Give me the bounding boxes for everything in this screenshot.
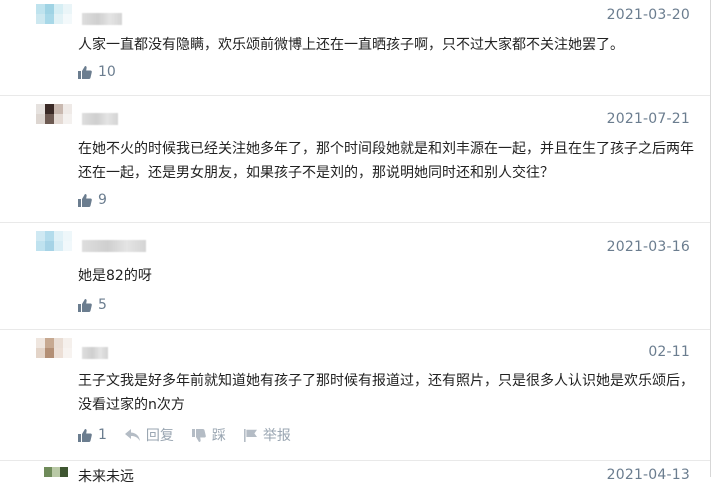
like-count: 9 bbox=[98, 192, 107, 208]
like-button[interactable]: 9 bbox=[78, 192, 107, 208]
comment-date: 2021-03-20 bbox=[606, 7, 690, 23]
reply-icon bbox=[124, 429, 140, 441]
comment-item: 2021-03-20 人家一直都没有隐瞒，欢乐颂前微博上还在一直晒孩子啊，只不过… bbox=[0, 0, 710, 96]
like-count: 1 bbox=[98, 427, 107, 443]
username-blurred[interactable] bbox=[82, 240, 146, 252]
comment-actions: 9 bbox=[78, 192, 125, 208]
thumbs-up-icon bbox=[78, 428, 92, 442]
comment-actions: 1 回复 踩 举报 bbox=[78, 425, 309, 445]
comment-text: 王子文我是好多年前就知道她有孩子了那时候有报道过，还有照片，只是很多人认识她是欢… bbox=[78, 373, 694, 413]
thumbs-up-icon bbox=[78, 65, 92, 79]
username-blurred[interactable] bbox=[82, 13, 122, 25]
report-button[interactable]: 举报 bbox=[243, 425, 291, 445]
like-button[interactable]: 5 bbox=[78, 297, 107, 313]
dislike-label: 踩 bbox=[211, 428, 226, 444]
comment-item: 2021-07-21 在她不火的时候我已经关注她多年了，那个时间段她就是和刘丰源… bbox=[0, 96, 710, 223]
comment-date: 02-11 bbox=[648, 344, 690, 360]
comment-item: 未来未远 2021-04-13 bbox=[0, 461, 710, 501]
avatar[interactable] bbox=[36, 231, 72, 251]
comment-date: 2021-04-13 bbox=[606, 467, 690, 483]
like-count: 5 bbox=[98, 297, 107, 313]
like-button[interactable]: 10 bbox=[78, 64, 116, 80]
avatar[interactable] bbox=[36, 4, 72, 24]
flag-icon bbox=[243, 428, 257, 442]
reply-label: 回复 bbox=[145, 428, 174, 444]
reply-button[interactable]: 回复 bbox=[124, 425, 174, 445]
thumbs-down-icon bbox=[191, 428, 206, 442]
comment-text: 她是82的呀 bbox=[78, 268, 152, 284]
thumbs-up-icon bbox=[78, 193, 92, 207]
avatar[interactable] bbox=[36, 338, 72, 358]
report-label: 举报 bbox=[262, 428, 291, 444]
username-blurred[interactable] bbox=[82, 347, 108, 359]
comment-text: 在她不火的时候我已经关注她多年了，那个时间段她就是和刘丰源在一起，并且在生了孩子… bbox=[78, 141, 694, 181]
comment-date: 2021-03-16 bbox=[606, 239, 690, 255]
dislike-button[interactable]: 踩 bbox=[191, 425, 226, 445]
right-border bbox=[710, 0, 711, 477]
comment-text: 人家一直都没有隐瞒，欢乐颂前微博上还在一直晒孩子啊，只不过大家都不关注她罢了。 bbox=[78, 37, 624, 53]
comment-actions: 10 bbox=[78, 64, 134, 80]
comment-item: 02-11 王子文我是好多年前就知道她有孩子了那时候有报道过，还有照片，只是很多… bbox=[0, 330, 710, 461]
like-button[interactable]: 1 bbox=[78, 427, 107, 443]
comment-actions: 5 bbox=[78, 297, 125, 313]
comment-date: 2021-07-21 bbox=[606, 111, 690, 127]
avatar[interactable] bbox=[36, 104, 72, 124]
username[interactable]: 未来未远 bbox=[78, 466, 134, 486]
like-count: 10 bbox=[98, 64, 116, 80]
thumbs-up-icon bbox=[78, 298, 92, 312]
avatar[interactable] bbox=[44, 467, 68, 477]
username-blurred[interactable] bbox=[82, 113, 118, 125]
comment-item: 2021-03-16 她是82的呀 5 bbox=[0, 223, 710, 330]
